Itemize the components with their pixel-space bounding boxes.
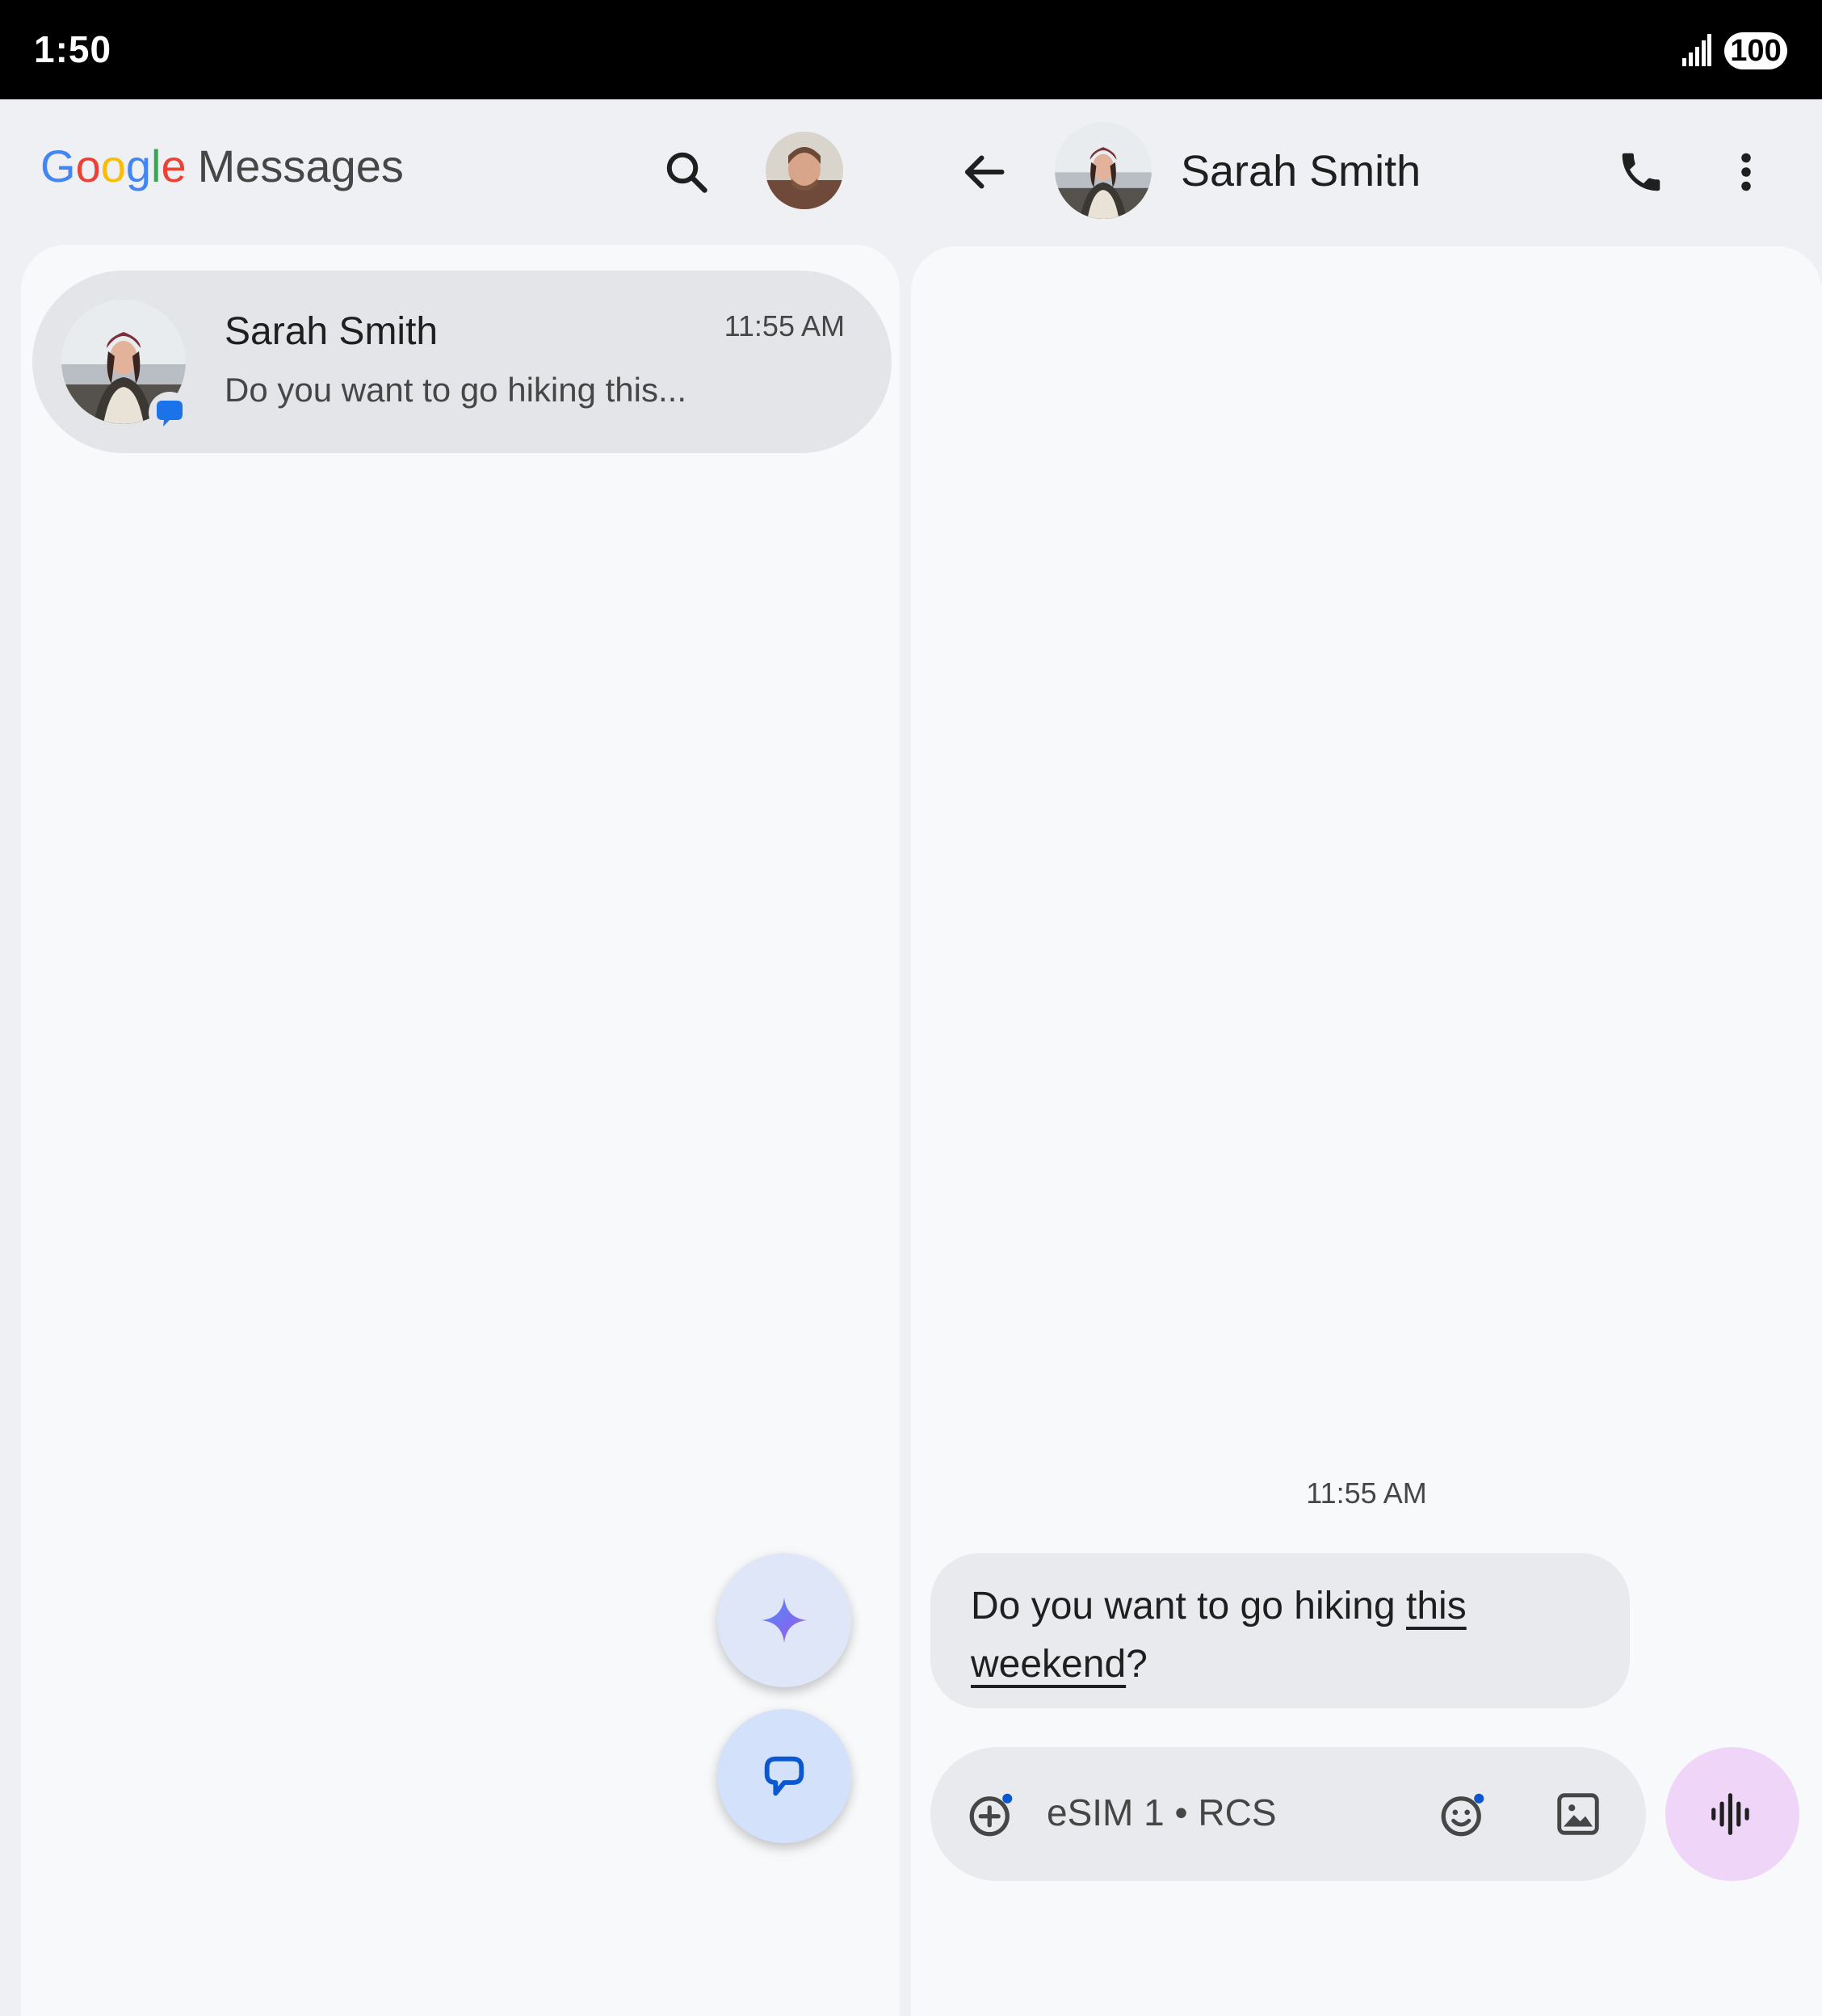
more-options-button[interactable] xyxy=(1722,138,1770,206)
start-chat-button[interactable] xyxy=(717,1709,851,1843)
voice-message-icon xyxy=(1711,1793,1749,1835)
voice-message-button[interactable] xyxy=(1665,1747,1799,1881)
signal-icon xyxy=(1682,34,1711,66)
conversation-snippet: Do you want to go hiking this... xyxy=(225,371,686,409)
google-logo: Google xyxy=(40,140,187,192)
app-logo: Google Messages xyxy=(40,140,404,192)
emoji-button[interactable] xyxy=(1431,1782,1496,1846)
search-button[interactable] xyxy=(654,140,719,204)
message-thread: 11:55 AM Do you want to go hiking this w… xyxy=(911,246,1822,2016)
search-icon xyxy=(666,152,707,193)
contact-avatar[interactable] xyxy=(1055,122,1152,219)
app-title: Messages xyxy=(197,141,404,191)
emoji-icon xyxy=(1441,1793,1484,1837)
attach-button[interactable] xyxy=(959,1782,1024,1846)
gemini-sparkle-icon xyxy=(761,1597,808,1644)
gallery-icon xyxy=(1557,1793,1599,1835)
contact-photo xyxy=(1055,122,1152,219)
back-arrow-icon xyxy=(965,155,1005,189)
contact-name[interactable]: Sarah Smith xyxy=(1181,146,1421,196)
thread-pane: Sarah Smith 11:55 AM Do you want to go h… xyxy=(911,99,1822,2016)
incoming-message-bubble[interactable]: Do you want to go hiking this weekend? xyxy=(930,1553,1630,1708)
conversation-time: 11:55 AM xyxy=(724,309,845,342)
gallery-button[interactable] xyxy=(1546,1782,1610,1846)
more-vert-icon xyxy=(1741,153,1751,191)
battery-indicator: 100 xyxy=(1724,32,1787,69)
logo-letter: g xyxy=(125,141,152,191)
add-attachment-icon xyxy=(969,1793,1013,1837)
message-text: ? xyxy=(1126,1643,1148,1686)
logo-letter: l xyxy=(151,141,162,191)
message-text: Do you want to go hiking xyxy=(971,1585,1406,1628)
phone-icon xyxy=(1622,153,1660,191)
conversation-item[interactable]: Sarah Smith 11:55 AM Do you want to go h… xyxy=(32,271,892,453)
call-button[interactable] xyxy=(1607,138,1675,206)
back-button[interactable] xyxy=(951,140,1016,204)
message-link[interactable]: weekend xyxy=(971,1643,1126,1686)
logo-letter: G xyxy=(40,141,76,191)
rcs-chat-icon xyxy=(149,392,191,434)
message-link[interactable]: this xyxy=(1406,1585,1467,1628)
new-chat-icon xyxy=(764,1756,804,1796)
gemini-button[interactable] xyxy=(717,1553,851,1687)
status-bar: 1:50 100 xyxy=(0,0,1822,99)
conversation-name: Sarah Smith xyxy=(225,310,439,353)
message-timestamp: 11:55 AM xyxy=(1306,1476,1427,1510)
logo-letter: e xyxy=(161,141,187,191)
avatar-photo xyxy=(766,132,843,209)
status-time: 1:50 xyxy=(34,28,112,70)
account-avatar[interactable] xyxy=(766,132,843,209)
message-input[interactable]: eSIM 1 • RCS xyxy=(1047,1791,1277,1834)
logo-letter: o xyxy=(100,141,126,191)
message-composer: eSIM 1 • RCS xyxy=(930,1747,1646,1881)
logo-letter: o xyxy=(75,141,101,191)
conversation-list-pane: Google Messages Sarah Smith 11:55 AM Do … xyxy=(0,99,911,2016)
